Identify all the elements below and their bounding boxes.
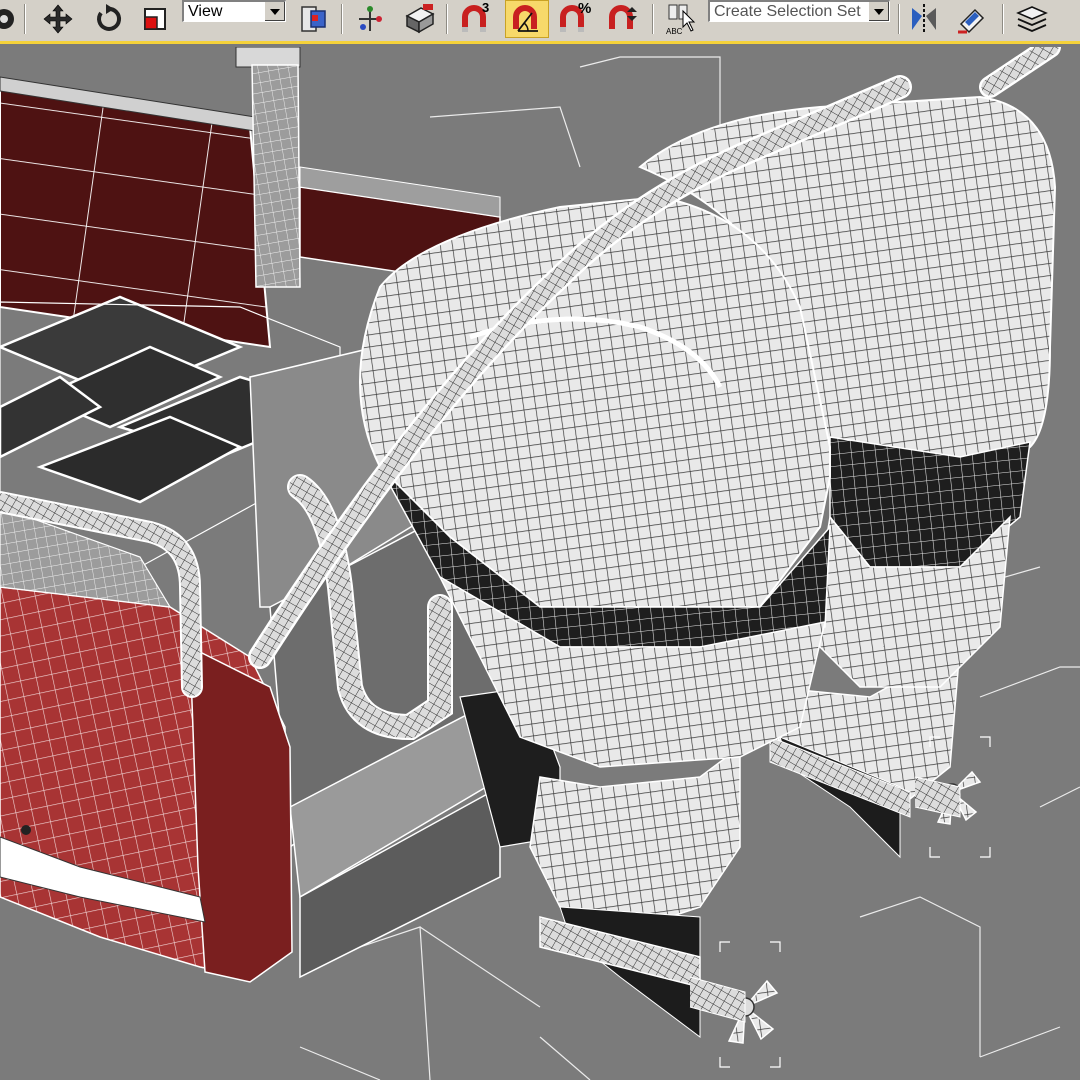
align-icon[interactable]: [954, 0, 990, 38]
toolbar-separator: [446, 4, 448, 34]
chevron-down-icon: [264, 2, 285, 21]
use-pivot-icon[interactable]: [296, 0, 332, 38]
spinner-snap-icon[interactable]: [604, 0, 640, 38]
perspective-viewport[interactable]: [0, 47, 1080, 1080]
toolbar-separator: [341, 4, 343, 34]
edit-named-selection-icon[interactable]: ABC: [662, 0, 698, 38]
select-move-icon[interactable]: [40, 0, 76, 38]
keyboard-shortcut-icon[interactable]: [402, 0, 438, 38]
named-selection-set-dropdown[interactable]: Create Selection Set: [708, 0, 890, 22]
reference-coordinate-dropdown[interactable]: View: [182, 0, 286, 22]
toolbar-separator: [1002, 4, 1004, 34]
angle-snap-icon[interactable]: [505, 0, 549, 38]
snap-mode-label: 3: [482, 0, 490, 15]
select-scale-icon[interactable]: [137, 0, 173, 38]
scene-render: [0, 47, 1080, 1080]
layer-manager-icon[interactable]: [1014, 0, 1050, 38]
toolbar-separator: [652, 4, 654, 34]
main-toolbar: View 3 % ABC Create Selection Set: [0, 0, 1080, 44]
toolbar-separator: [898, 4, 900, 34]
select-rotate-icon[interactable]: [90, 0, 126, 38]
select-manipulate-icon[interactable]: [352, 0, 388, 38]
render-icon[interactable]: [0, 0, 22, 38]
svg-text:ABC: ABC: [666, 27, 683, 36]
chevron-down-icon: [868, 2, 889, 21]
named-selection-set-placeholder: Create Selection Set: [714, 2, 861, 20]
mirror-icon[interactable]: [906, 0, 942, 38]
toolbar-separator: [24, 4, 26, 34]
reference-coordinate-value: View: [188, 2, 223, 20]
percent-snap-label: %: [578, 0, 592, 17]
